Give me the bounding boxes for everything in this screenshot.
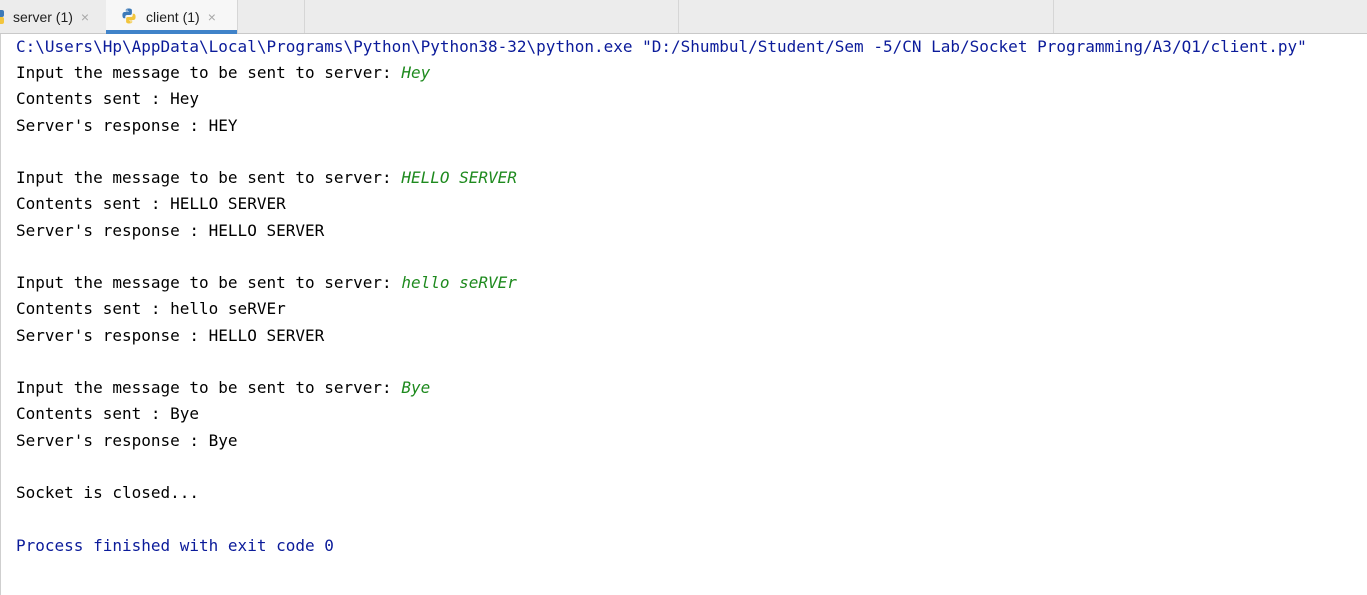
run-window: server (1) × client (1) × C:\Users\Hp\Ap… [0, 0, 1367, 595]
console-gutter [0, 34, 1, 595]
prompt-text: Input the message to be sent to server: [16, 63, 402, 82]
python-file-icon [0, 10, 4, 24]
user-input-text: Bye [401, 378, 431, 397]
tab-server-label: server (1) [13, 8, 73, 25]
close-icon[interactable]: × [81, 10, 89, 24]
command-line: C:\Users\Hp\AppData\Local\Programs\Pytho… [16, 37, 1307, 56]
editor-tab-bar: server (1) × client (1) × [0, 0, 1367, 34]
server-response-line: Server's response : HELLO SERVER [16, 221, 325, 240]
contents-sent-line: Contents sent : HELLO SERVER [16, 194, 286, 213]
close-icon[interactable]: × [208, 10, 216, 24]
input-prompt-line: Input the message to be sent to server: … [16, 273, 517, 293]
user-input-text: HELLO SERVER [401, 168, 517, 187]
tab-divider [678, 0, 679, 33]
input-prompt-line: Input the message to be sent to server: … [16, 378, 430, 398]
contents-sent-line: Contents sent : hello seRVEr [16, 299, 286, 318]
contents-sent-line: Contents sent : Bye [16, 404, 200, 423]
input-prompt-line: Input the message to be sent to server: … [16, 168, 517, 188]
prompt-text: Input the message to be sent to server: [16, 378, 402, 397]
server-response-line: Server's response : HEY [16, 116, 238, 135]
tab-client[interactable]: client (1) × [106, 0, 237, 34]
tab-divider [304, 0, 305, 33]
exit-status-line: Process finished with exit code 0 [16, 536, 334, 555]
user-input-text: Hey [401, 63, 431, 82]
contents-sent-line: Contents sent : Hey [16, 89, 200, 108]
prompt-text: Input the message to be sent to server: [16, 273, 402, 292]
tab-divider [1053, 0, 1054, 33]
server-response-line: Server's response : HELLO SERVER [16, 326, 325, 345]
tab-divider [237, 0, 238, 33]
socket-closed-line: Socket is closed... [16, 483, 200, 502]
server-response-line: Server's response : Bye [16, 431, 238, 450]
user-input-text: hello seRVEr [401, 273, 517, 292]
tab-client-label: client (1) [146, 8, 200, 25]
tab-server[interactable]: server (1) × [0, 0, 106, 33]
python-file-icon [120, 7, 138, 25]
prompt-text: Input the message to be sent to server: [16, 168, 402, 187]
active-tab-indicator [106, 30, 237, 34]
input-prompt-line: Input the message to be sent to server: … [16, 63, 430, 83]
